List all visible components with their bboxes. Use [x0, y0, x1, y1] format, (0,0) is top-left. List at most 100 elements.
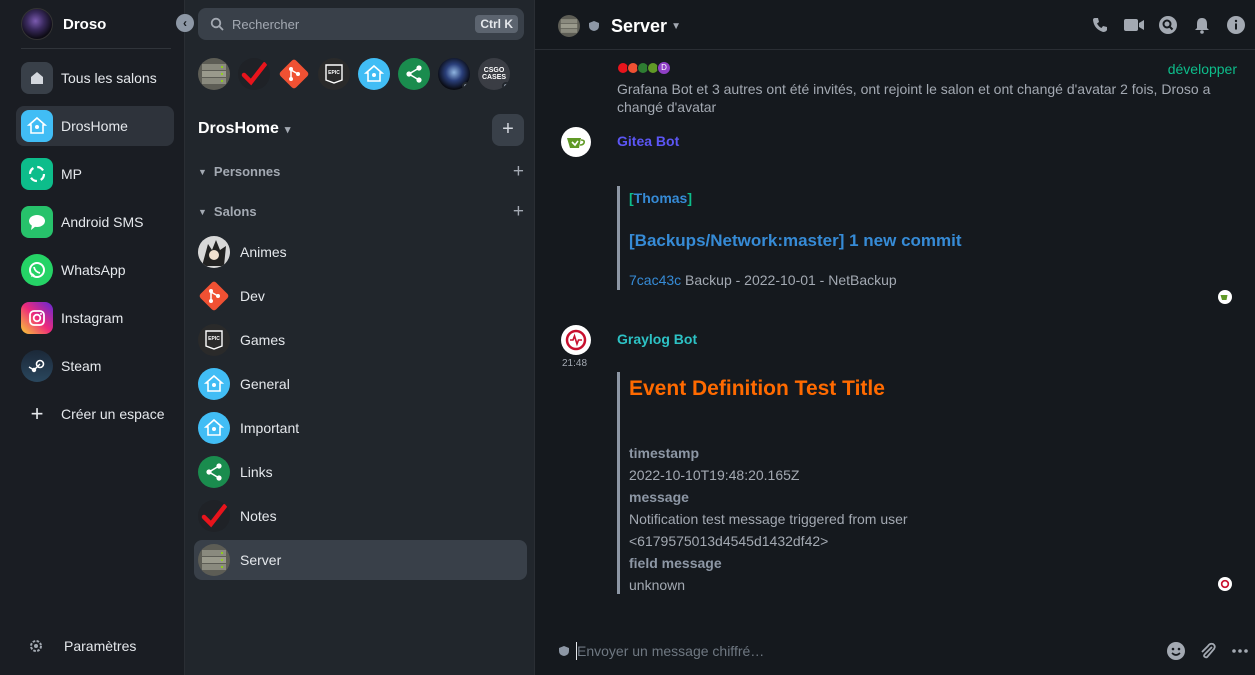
svg-text:EPIC: EPIC: [328, 70, 340, 76]
commit-hash-link[interactable]: 7cac43c: [629, 272, 681, 288]
sender-name[interactable]: Gitea Bot: [617, 133, 679, 149]
git-icon: [198, 280, 230, 312]
space-panel: Droso ‹ Tous les salons DrosHome MP Andr…: [0, 0, 194, 675]
room-item-links[interactable]: Links: [194, 452, 527, 492]
gitea-user[interactable]: Thomas: [634, 190, 688, 206]
share-icon: [406, 65, 422, 83]
search-shortcut-badge: Ctrl K: [475, 15, 518, 33]
collapse-triangle-icon: ▼: [198, 206, 207, 217]
space-add-button[interactable]: +: [492, 114, 524, 146]
message-timestamp[interactable]: 21:48: [562, 358, 587, 369]
recent-room-droso[interactable]: [438, 58, 470, 90]
field-label: field message: [629, 555, 722, 571]
membership-summary: Grafana Bot et 3 autres ont été invités,…: [617, 81, 1211, 115]
more-options-button[interactable]: [1229, 640, 1251, 662]
sender-name[interactable]: Graylog Bot: [617, 331, 697, 347]
space-item-instagram[interactable]: Instagram: [16, 298, 174, 338]
read-receipt[interactable]: [1218, 577, 1232, 591]
recent-room-server[interactable]: [198, 58, 230, 90]
space-item-mp[interactable]: MP: [16, 154, 174, 194]
droshome-icon: [198, 412, 230, 444]
recent-room-games[interactable]: EPIC: [318, 58, 350, 90]
video-call-button[interactable]: [1123, 14, 1145, 36]
home-icon: [21, 62, 53, 94]
divider: [21, 48, 171, 49]
voice-call-button[interactable]: [1089, 14, 1111, 36]
paperclip-icon: [1201, 642, 1216, 659]
read-receipt[interactable]: [1218, 290, 1232, 304]
message-input[interactable]: Envoyer un message chiffré…: [577, 643, 764, 659]
collapse-panel-button[interactable]: ‹: [176, 14, 194, 32]
quote-border: [617, 372, 620, 594]
room-item-server[interactable]: Server: [194, 540, 527, 580]
room-label: General: [240, 376, 290, 392]
room-label: Important: [240, 420, 300, 436]
room-avatar[interactable]: [558, 15, 580, 37]
notifications-button[interactable]: [1191, 14, 1213, 36]
room-name-button[interactable]: Server ▼: [611, 16, 681, 37]
room-label: Server: [240, 552, 282, 568]
room-header: Server ▼: [535, 0, 1255, 50]
droshome-icon: [363, 64, 385, 82]
git-icon: [279, 59, 309, 89]
create-space-button[interactable]: + Créer un espace: [16, 394, 174, 434]
space-item-whatsapp[interactable]: WhatsApp: [16, 250, 174, 290]
anime-avatar-icon: [198, 236, 230, 268]
bell-icon: [1195, 18, 1209, 34]
message-composer: Envoyer un message chiffré…: [535, 630, 1255, 675]
room-name: Server: [611, 16, 668, 36]
recent-room-dev[interactable]: [278, 58, 310, 90]
room-item-games[interactable]: EPIC Games: [194, 320, 527, 360]
space-name-menu[interactable]: DrosHome ▾: [198, 120, 290, 138]
space-label: Créer un espace: [61, 406, 165, 422]
section-header-rooms[interactable]: ▼ Salons +: [198, 201, 524, 222]
graylog-avatar[interactable]: [561, 325, 591, 355]
space-item-android-sms[interactable]: Android SMS: [16, 202, 174, 242]
space-item-droshome[interactable]: DrosHome: [16, 106, 174, 146]
commit-title-link[interactable]: [Backups/Network:master] 1 new commit: [629, 231, 962, 251]
add-room-button[interactable]: +: [513, 201, 524, 223]
presence-dot: [462, 82, 470, 90]
room-item-general[interactable]: General: [194, 364, 527, 404]
settings-button[interactable]: Paramètres: [28, 638, 136, 654]
room-item-important[interactable]: Important: [194, 408, 527, 448]
space-label: Tous les salons: [61, 70, 157, 86]
recent-room-csgo[interactable]: CSGO CASES: [478, 58, 510, 90]
field-label: timestamp: [629, 445, 700, 461]
gitea-avatar[interactable]: [561, 127, 591, 157]
attach-button[interactable]: [1197, 640, 1219, 662]
server-icon: [202, 64, 226, 84]
search-input[interactable]: Rechercher Ctrl K: [198, 8, 524, 40]
user-menu[interactable]: Droso: [21, 8, 181, 40]
emoji-button[interactable]: [1165, 640, 1187, 662]
header-actions: [1089, 14, 1247, 36]
expand-summary-link[interactable]: développer: [1168, 61, 1237, 77]
space-item-steam[interactable]: Steam: [16, 346, 174, 386]
recent-room-notes[interactable]: [238, 58, 270, 90]
space-label: Steam: [61, 358, 102, 374]
room-label: Links: [240, 464, 273, 480]
avatar: D: [657, 61, 671, 75]
room-label: Notes: [240, 508, 277, 524]
server-icon: [560, 19, 578, 33]
avatar: [21, 8, 53, 40]
checkmark-icon: [241, 61, 268, 86]
room-item-notes[interactable]: Notes: [194, 496, 527, 536]
recent-room-links[interactable]: [398, 58, 430, 90]
event-title: Event Definition Test Title: [629, 377, 885, 400]
add-person-button[interactable]: +: [513, 161, 524, 183]
room-list-panel: Rechercher Ctrl K EPIC CSGO CASES DrosHo…: [185, 0, 535, 675]
recent-room-general[interactable]: [358, 58, 390, 90]
epic-games-icon: EPIC: [325, 64, 343, 84]
whatsapp-icon: [21, 254, 53, 286]
space-label: Android SMS: [61, 214, 144, 230]
room-item-animes[interactable]: Animes: [194, 232, 527, 272]
room-info-button[interactable]: [1225, 14, 1247, 36]
element-icon: [21, 158, 53, 190]
room-item-dev[interactable]: Dev: [194, 276, 527, 316]
emoji-icon: [1167, 642, 1185, 660]
section-header-people[interactable]: ▼ Personnes +: [198, 161, 524, 182]
space-item-home[interactable]: Tous les salons: [16, 58, 174, 98]
room-search-button[interactable]: [1157, 14, 1179, 36]
field-value: 2022-10-10T19:48:20.165Z: [629, 467, 800, 483]
